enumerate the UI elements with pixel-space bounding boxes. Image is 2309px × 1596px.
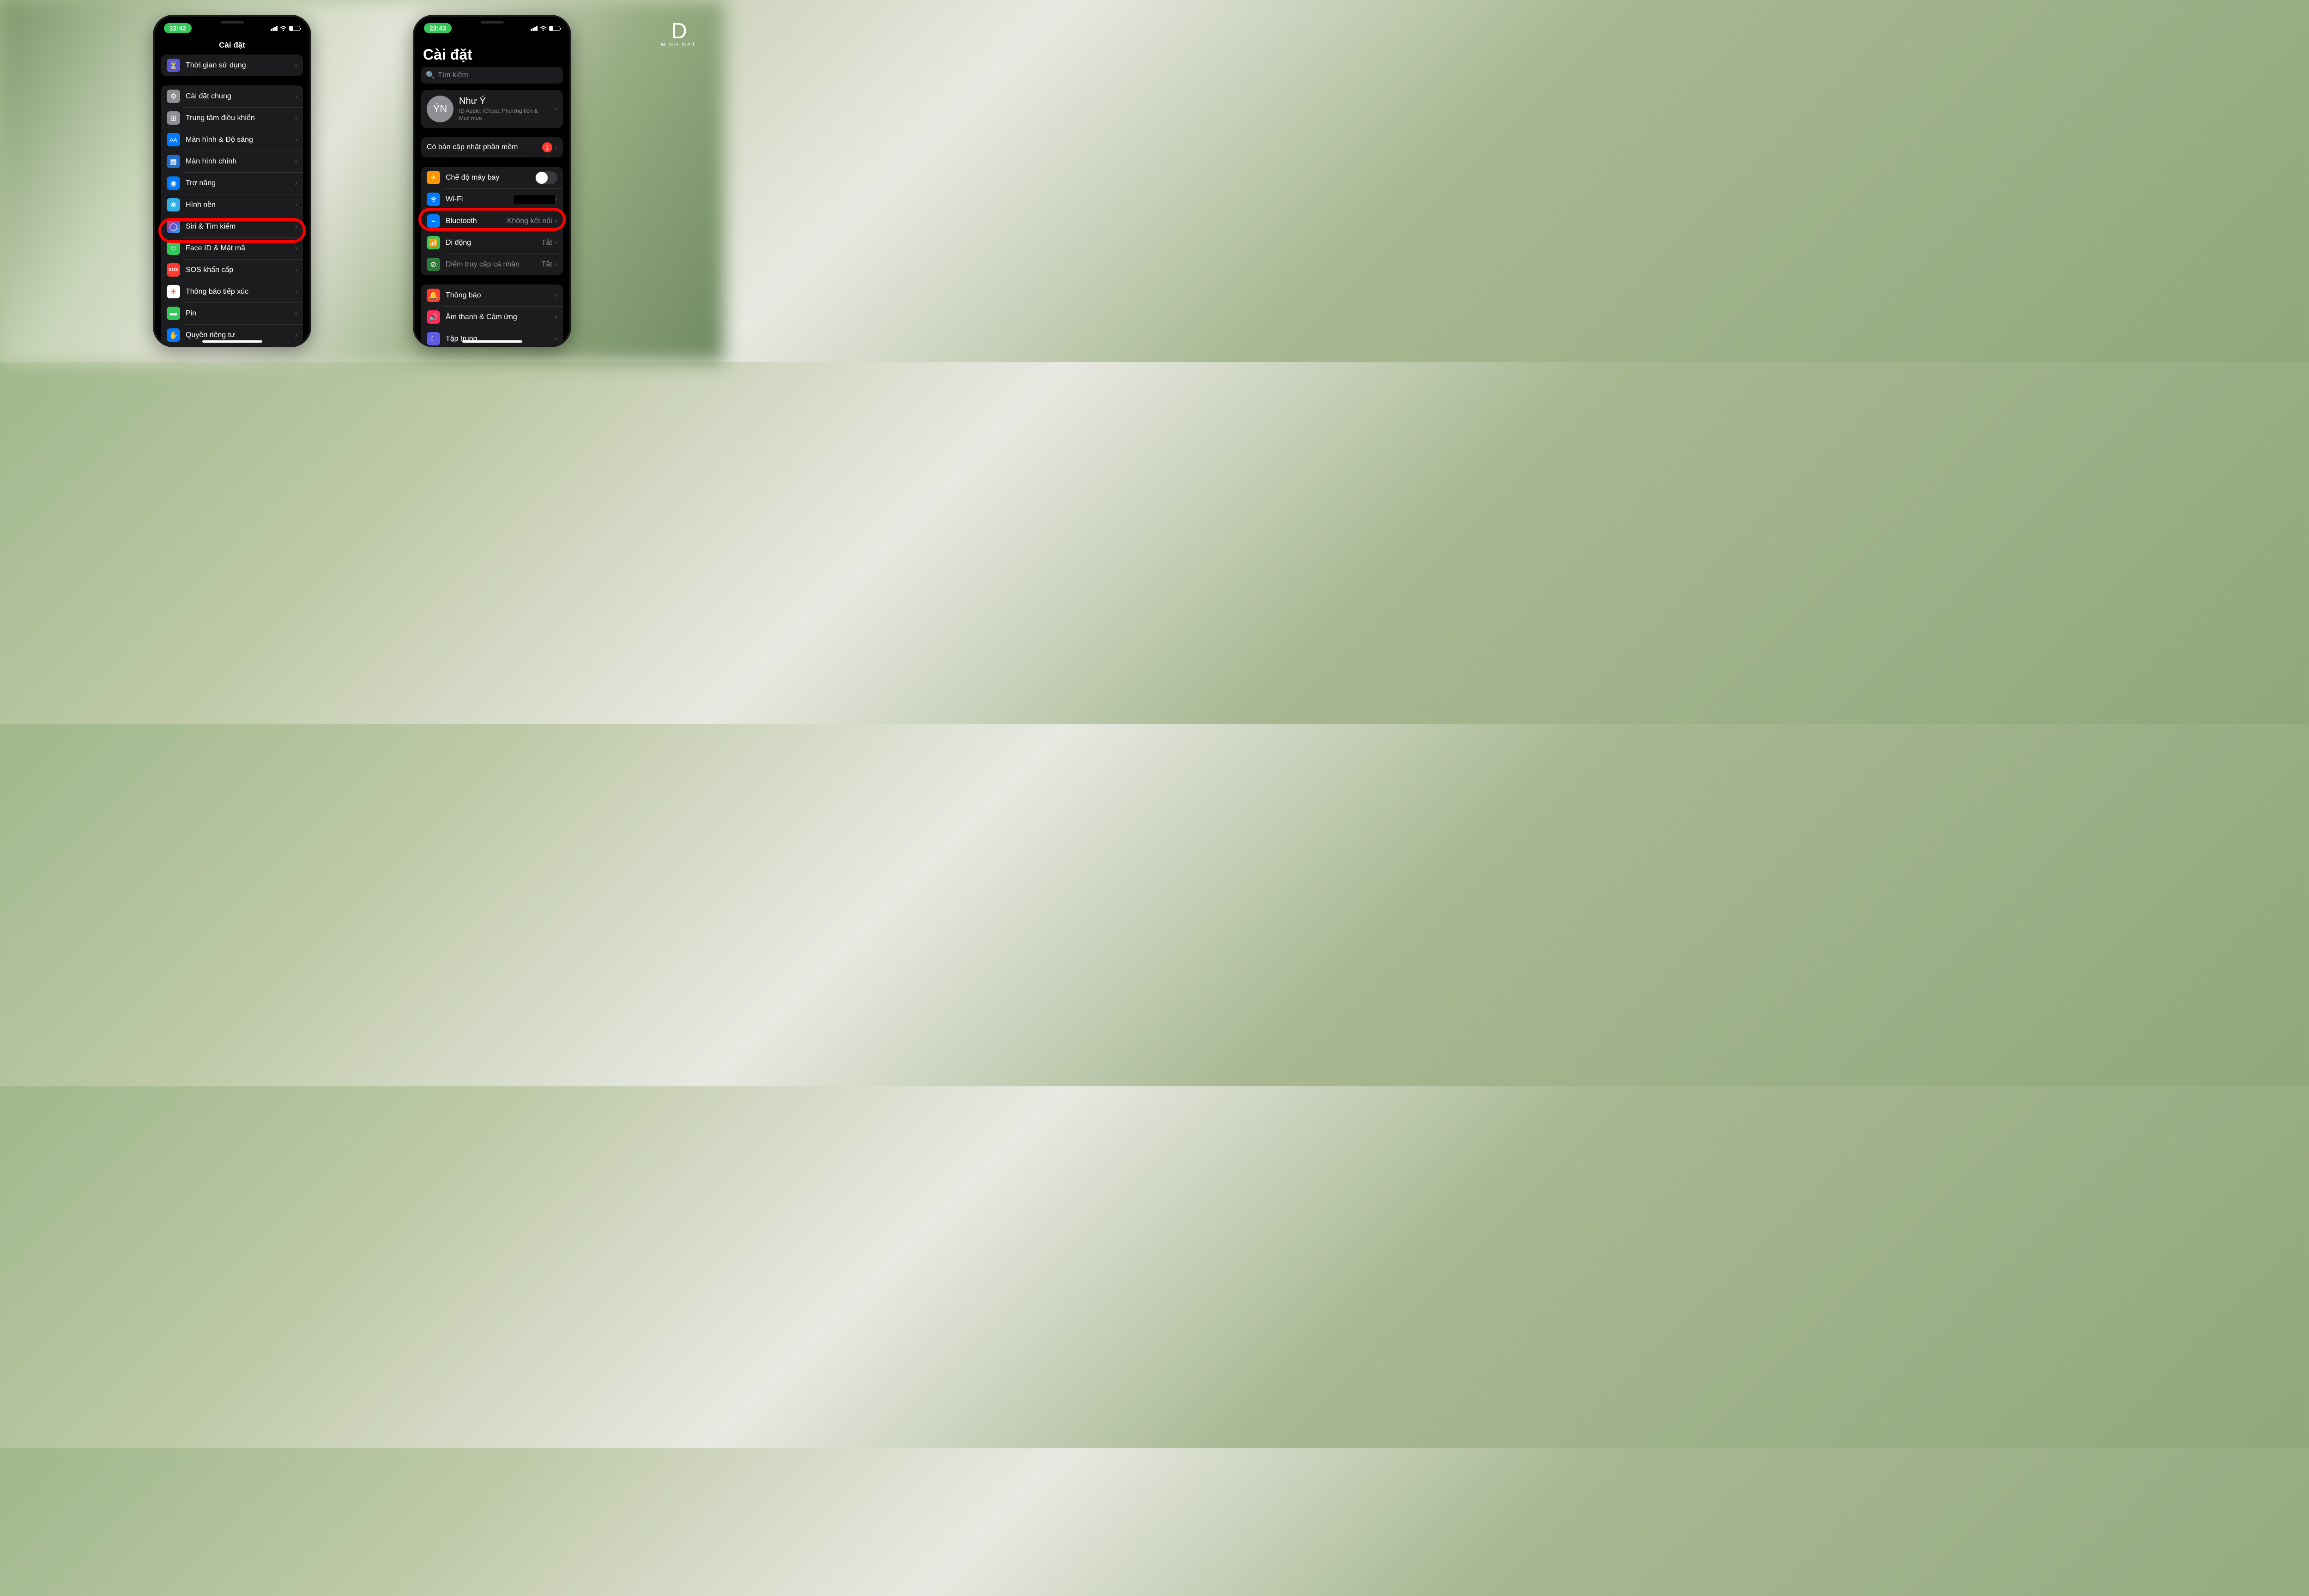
- sos-icon: SOS: [167, 263, 180, 277]
- battery-icon: ▬: [167, 307, 180, 320]
- row-homescreen[interactable]: ▦ Màn hình chính ›: [161, 151, 303, 172]
- row-apple-id[interactable]: ÝN Như Ý ID Apple, iCloud, Phương tiện &…: [421, 90, 563, 128]
- wifi-icon: [427, 193, 440, 206]
- bell-icon: 🔔: [427, 289, 440, 302]
- chevron-right-icon: ›: [295, 309, 297, 318]
- row-exposure[interactable]: ☀ Thông báo tiếp xúc ›: [161, 281, 303, 302]
- wifi-icon: [280, 26, 287, 31]
- chevron-right-icon: ›: [295, 179, 297, 187]
- row-faceid[interactable]: ☺ Face ID & Mật mã ›: [161, 237, 303, 259]
- wifi-icon: [540, 26, 547, 31]
- search-placeholder: Tìm kiếm: [438, 71, 468, 79]
- grid-icon: ▦: [167, 155, 180, 168]
- antenna-icon: 📶: [427, 236, 440, 249]
- chevron-right-icon: ›: [295, 266, 297, 274]
- search-input[interactable]: 🔍 Tìm kiếm: [421, 67, 563, 84]
- row-software-update[interactable]: Có bản cập nhật phần mềm 1 ›: [421, 137, 563, 157]
- row-accessibility[interactable]: ◉ Trợ năng ›: [161, 172, 303, 194]
- logo-text: MINH ĐẠT: [661, 42, 696, 48]
- text-size-icon: AA: [167, 133, 180, 146]
- battery-icon: [289, 26, 300, 31]
- time: 22:42: [164, 23, 192, 33]
- chevron-right-icon: ›: [295, 201, 297, 209]
- wifi-value-redacted: [514, 195, 555, 204]
- signal-icon: [531, 26, 538, 31]
- chevron-right-icon: ›: [295, 61, 297, 70]
- chevron-right-icon: ›: [295, 114, 297, 122]
- hand-icon: ✋: [167, 328, 180, 342]
- gear-icon: ⚙: [167, 90, 180, 103]
- phone-left: 22:42 Cài đặt ⏳ Thời gian sử dụng › ⚙ Cà…: [153, 15, 311, 347]
- row-siri[interactable]: ◯ Siri & Tìm kiếm ›: [161, 216, 303, 237]
- siri-icon: ◯: [167, 220, 180, 233]
- row-general[interactable]: ⚙ Cài đặt chung ›: [161, 85, 303, 107]
- airplane-icon: ✈: [427, 171, 440, 184]
- speaker-icon: 🔊: [427, 310, 440, 324]
- switches-icon: ⊞: [167, 111, 180, 125]
- row-focus[interactable]: ☾ Tập trung ›: [421, 328, 563, 345]
- chevron-right-icon: ›: [555, 335, 557, 343]
- cellular-value: Tắt: [542, 239, 552, 247]
- signal-icon: [271, 26, 278, 31]
- airplane-toggle[interactable]: [535, 171, 557, 184]
- row-hotspot[interactable]: ⊘ Điểm truy cập cá nhân Tắt ›: [421, 254, 563, 275]
- brand-logo: D MINH ĐẠT: [661, 18, 696, 48]
- link-icon: ⊘: [427, 258, 440, 271]
- row-sos[interactable]: SOS SOS khẩn cấp ›: [161, 259, 303, 281]
- row-notifications[interactable]: 🔔 Thông báo ›: [421, 284, 563, 306]
- chevron-right-icon: ›: [295, 157, 297, 166]
- chevron-right-icon: ›: [295, 331, 297, 339]
- flower-icon: ❀: [167, 198, 180, 212]
- home-indicator: [462, 340, 522, 343]
- search-icon: 🔍: [426, 71, 435, 80]
- chevron-right-icon: ›: [555, 260, 557, 269]
- avatar: ÝN: [427, 96, 453, 122]
- bluetooth-value: Không kết nối: [507, 217, 552, 225]
- phone-right: 22:43 Cài đặt 🔍 Tìm kiếm ÝN Như Ý ID App…: [413, 15, 571, 347]
- row-wifi[interactable]: Wi-Fi ›: [421, 188, 563, 210]
- chevron-right-icon: ›: [555, 217, 557, 225]
- chevron-right-icon: ›: [295, 136, 297, 144]
- row-sounds[interactable]: 🔊 Âm thanh & Cảm ứng ›: [421, 306, 563, 328]
- chevron-right-icon: ›: [555, 239, 557, 247]
- chevron-right-icon: ›: [295, 288, 297, 296]
- profile-name: Như Ý: [459, 96, 550, 107]
- row-screentime[interactable]: ⏳ Thời gian sử dụng ›: [161, 54, 303, 76]
- chevron-right-icon: ›: [295, 92, 297, 101]
- row-control-center[interactable]: ⊞ Trung tâm điều khiển ›: [161, 107, 303, 129]
- time: 22:43: [424, 23, 452, 33]
- chevron-right-icon: ›: [555, 105, 557, 113]
- hourglass-icon: ⏳: [167, 59, 180, 72]
- face-icon: ☺: [167, 242, 180, 255]
- row-wallpaper[interactable]: ❀ Hình nền ›: [161, 194, 303, 216]
- profile-subtitle: ID Apple, iCloud, Phương tiện & Mục mua: [459, 108, 550, 122]
- moon-icon: ☾: [427, 332, 440, 345]
- row-battery[interactable]: ▬ Pin ›: [161, 302, 303, 324]
- home-indicator: [202, 340, 262, 343]
- bluetooth-icon: ⌁: [427, 214, 440, 228]
- page-title: Cài đặt: [415, 37, 569, 67]
- chevron-right-icon: ›: [555, 143, 557, 151]
- row-cellular[interactable]: 📶 Di động Tắt ›: [421, 232, 563, 254]
- row-display[interactable]: AA Màn hình & Độ sáng ›: [161, 129, 303, 151]
- row-bluetooth[interactable]: ⌁ Bluetooth Không kết nối ›: [421, 210, 563, 232]
- chevron-right-icon: ›: [295, 244, 297, 253]
- chevron-right-icon: ›: [295, 223, 297, 231]
- accessibility-icon: ◉: [167, 176, 180, 190]
- hotspot-value: Tắt: [542, 260, 552, 269]
- logo-mark: D: [661, 18, 696, 44]
- exposure-icon: ☀: [167, 285, 180, 298]
- chevron-right-icon: ›: [555, 195, 557, 204]
- chevron-right-icon: ›: [555, 291, 557, 300]
- page-title: Cài đặt: [155, 37, 309, 54]
- chevron-right-icon: ›: [555, 313, 557, 321]
- battery-icon: [549, 26, 560, 31]
- row-airplane[interactable]: ✈ Chế độ máy bay: [421, 167, 563, 188]
- update-badge: 1: [542, 142, 552, 152]
